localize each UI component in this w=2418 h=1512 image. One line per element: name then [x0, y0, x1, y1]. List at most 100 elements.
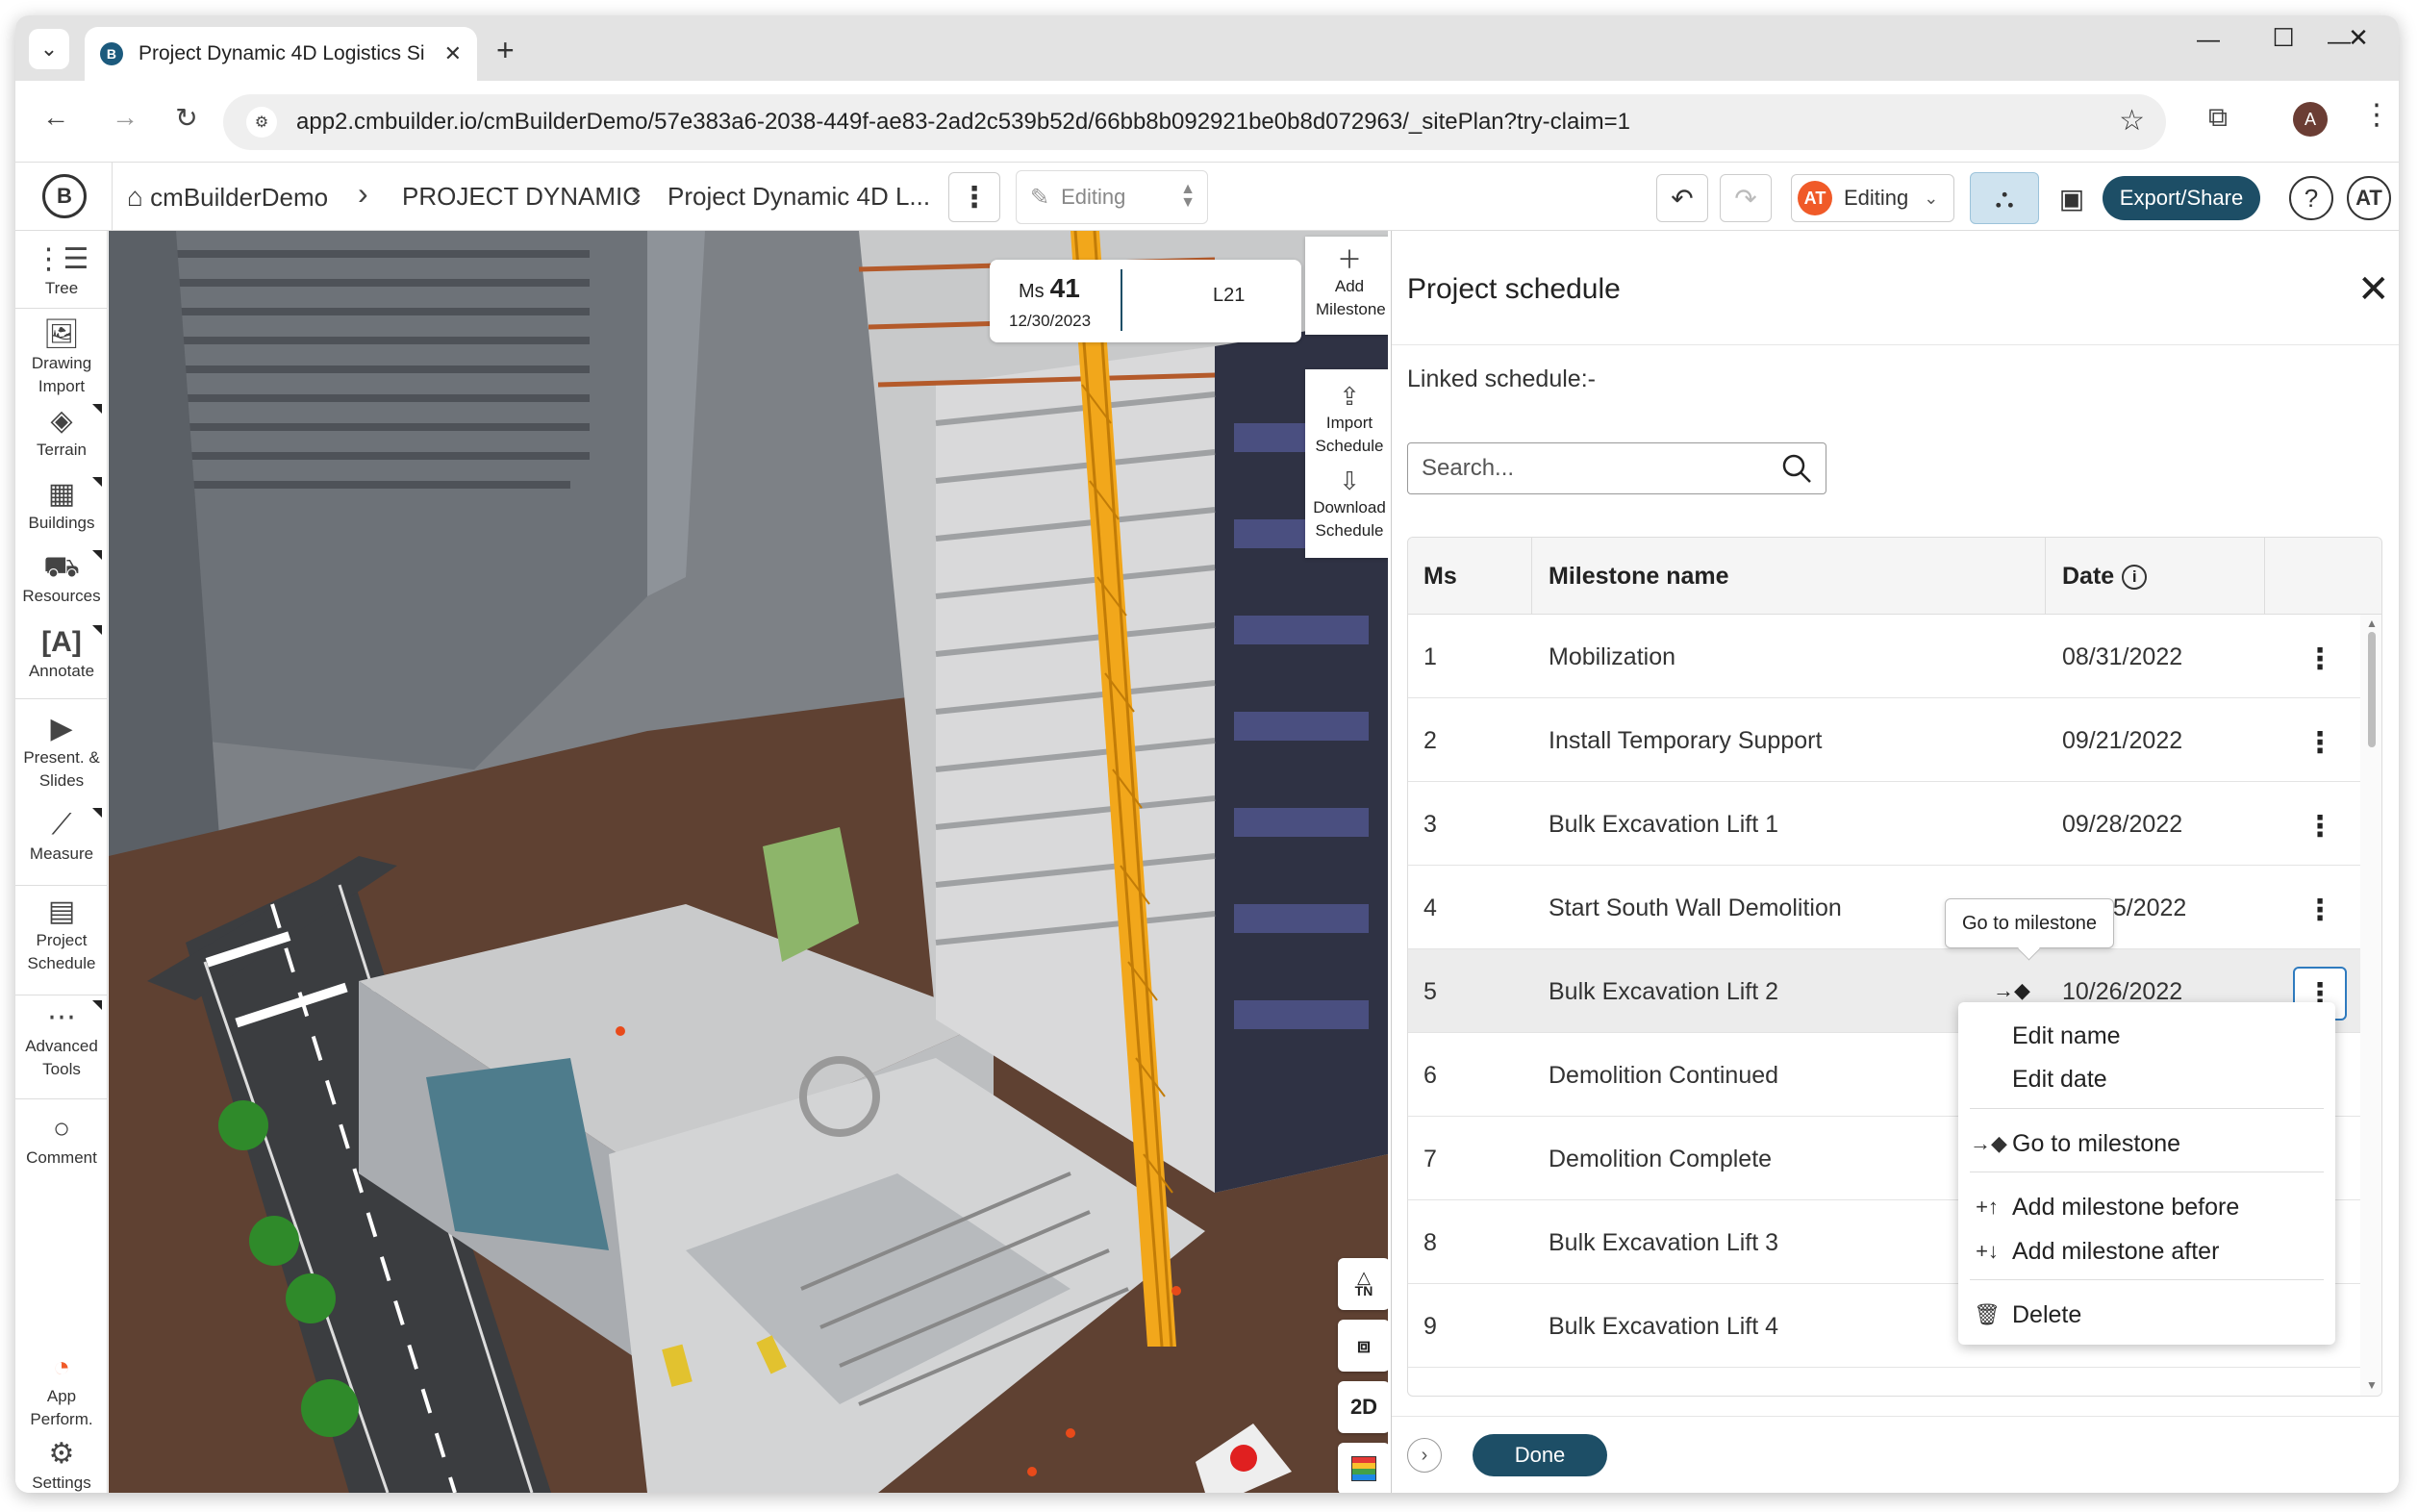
mode-select[interactable]: ✎ Editing ▲ ▼ [1016, 170, 1208, 224]
sidebar-item-tree[interactable]: ⋮☰ Tree [15, 242, 108, 300]
site-view-button[interactable]: ⛬ [1970, 172, 2039, 224]
breadcrumb-site-plan[interactable]: Project Dynamic 4D L... [667, 182, 930, 212]
schedule-actions: ⇪ Import Schedule ⇩ Download Schedule [1305, 369, 1388, 558]
true-north-button[interactable]: △ TN [1338, 1258, 1388, 1310]
menu-item-add-before[interactable]: +↑ Add milestone before [1958, 1187, 2335, 1227]
row-menu-button[interactable]: ⋮ [2293, 632, 2347, 686]
add-milestone-label: Add Milestone [1316, 277, 1386, 318]
menu-item-edit-date[interactable]: Edit date [1958, 1059, 2335, 1099]
presentation-view-button[interactable]: ▣ [2037, 172, 2106, 224]
app-logo[interactable]: B [42, 174, 87, 218]
sidebar-item-advanced-tools[interactable]: ⋯ Advanced Tools [15, 1000, 108, 1081]
table-row[interactable]: 2 Install Temporary Support 09/21/2022 ⋮ [1408, 698, 2360, 782]
editing-status-dropdown[interactable]: AT Editing ⌄ [1791, 174, 1954, 222]
table-scrollbar[interactable]: ▲ ▼ [2360, 615, 2381, 1396]
address-bar[interactable]: ⚙ app2.cmbuilder.io/cmBuilderDemo/57e383… [223, 94, 2166, 150]
sidebar-item-resources[interactable]: ⛟ Resources [15, 550, 108, 608]
go-to-milestone-icon: →◆ [1970, 1131, 2007, 1155]
sidebar-item-drawing-import[interactable]: 🖼 Drawing Import [15, 317, 108, 398]
undo-button[interactable]: ↶ [1656, 174, 1708, 222]
go-to-milestone-tooltip: Go to milestone [1945, 898, 2114, 948]
table-row[interactable]: 3 Bulk Excavation Lift 1 09/28/2022 ⋮ [1408, 782, 2360, 866]
go-to-milestone-icon[interactable]: →◆ [1993, 978, 2030, 1003]
expand-panel-button[interactable]: › [1407, 1438, 1442, 1473]
row-date: 09/21/2022 [2062, 727, 2183, 754]
row-ms: 9 [1423, 1313, 1437, 1340]
bookmark-star-icon[interactable]: ☆ [2119, 104, 2145, 138]
tab-search-button[interactable]: ⌄ [29, 29, 69, 69]
sidebar-item-slides[interactable]: ▶ Present. & Slides [15, 712, 108, 793]
search-input[interactable] [1422, 455, 1768, 482]
browser-menu-icon[interactable]: ⋮ [2362, 98, 2391, 132]
close-icon[interactable]: ✕ [2357, 267, 2390, 312]
export-share-button[interactable]: Export/Share [2103, 176, 2260, 220]
breadcrumb-home[interactable]: ⌂ cmBuilderDemo [127, 182, 328, 213]
add-milestone-button[interactable]: ＋ Add Milestone [1305, 237, 1388, 335]
sidebar-item-annotate[interactable]: [A] Annotate [15, 625, 108, 683]
import-schedule-button[interactable]: ⇪ Import Schedule [1305, 381, 1388, 458]
user-avatar-button[interactable]: AT [2347, 176, 2391, 220]
row-ms: 1 [1423, 643, 1437, 670]
sidebar-item-settings[interactable]: ⚙ Settings [15, 1437, 108, 1493]
site-scene [109, 231, 1388, 1493]
sidebar-item-terrain[interactable]: ◈ Terrain [15, 404, 108, 462]
row-name: Install Temporary Support [1549, 727, 1823, 754]
row-menu-button[interactable]: ⋮ [2293, 799, 2347, 853]
redo-button[interactable]: ↷ [1720, 174, 1772, 222]
new-tab-icon[interactable]: + [496, 33, 515, 68]
sidebar-item-comment[interactable]: ○ Comment [15, 1112, 108, 1170]
scroll-down-icon[interactable]: ▼ [2366, 1378, 2378, 1392]
slides-icon: ▶ [50, 713, 73, 744]
site-info-icon[interactable]: ⚙ [246, 107, 277, 138]
reload-icon[interactable]: ↻ [167, 102, 206, 134]
window-minimize-icon[interactable]: — [2189, 27, 2228, 54]
search-field[interactable] [1407, 442, 1826, 494]
browser-tab[interactable]: B Project Dynamic 4D Logistics Si ✕ [85, 27, 477, 81]
layers-view-button[interactable]: ⧈ [1338, 1320, 1388, 1372]
forward-arrow-icon[interactable]: → [106, 102, 144, 133]
sidebar-item-measure[interactable]: ⟋ Measure [15, 808, 108, 866]
column-date[interactable]: Date i [2062, 563, 2148, 591]
scroll-up-icon[interactable]: ▲ [2366, 617, 2378, 630]
window-close-icon[interactable]: ✕ [2339, 23, 2378, 53]
row-menu-button[interactable]: ⋮ [2293, 716, 2347, 769]
scroll-thumb[interactable] [2368, 632, 2376, 747]
info-icon[interactable]: i [2122, 565, 2148, 591]
profile-avatar[interactable]: A [2293, 102, 2328, 137]
menu-item-edit-name[interactable]: Edit name [1958, 1016, 2335, 1056]
column-milestone-name[interactable]: Milestone name [1549, 563, 1729, 591]
help-button[interactable]: ? [2289, 176, 2333, 220]
view-2d-button[interactable]: 2D [1338, 1381, 1388, 1433]
sidebar-item-buildings[interactable]: ▦ Buildings [15, 477, 108, 535]
sidebar-item-project-schedule[interactable]: ▤ Project Schedule [15, 895, 108, 975]
current-milestone-card[interactable]: Ms 41 12/30/2023 L21 [990, 260, 1301, 342]
menu-item-add-after[interactable]: +↓ Add milestone after [1958, 1231, 2335, 1272]
submenu-indicator [92, 477, 102, 487]
extensions-icon[interactable]: ⧉ [2208, 102, 2228, 134]
search-icon[interactable] [1781, 453, 1812, 484]
menu-item-go-to-milestone[interactable]: →◆ Go to milestone [1958, 1123, 2335, 1164]
row-menu-button[interactable]: ⋮ [2293, 883, 2347, 937]
sidebar-item-app-performance[interactable]: ◔ App Perform. [15, 1350, 108, 1431]
map-style-button[interactable] [1338, 1443, 1388, 1493]
menu-item-delete[interactable]: 🗑 Delete [1958, 1295, 2335, 1335]
download-schedule-button[interactable]: ⇩ Download Schedule [1305, 466, 1388, 542]
done-button[interactable]: Done [1473, 1434, 1607, 1476]
screen: ⌄ B Project Dynamic 4D Logistics Si ✕ + … [0, 0, 2418, 1512]
crane-icon: ⛬ [1995, 182, 2014, 213]
site-plan-menu-button[interactable]: ⋮ [948, 172, 1000, 222]
window-maximize-icon[interactable]: ☐ [2264, 23, 2303, 53]
back-arrow-icon[interactable]: ← [37, 102, 75, 133]
row-name: Bulk Excavation Lift 3 [1549, 1229, 1779, 1256]
table-row[interactable]: 4 Start South Wall Demolition /05/2022 ⋮ [1408, 866, 2360, 949]
row-ms: 6 [1423, 1062, 1437, 1089]
row-date: 08/31/2022 [2062, 643, 2183, 670]
row-name: Bulk Excavation Lift 4 [1549, 1313, 1779, 1340]
divider [15, 698, 108, 699]
breadcrumb-project[interactable]: PROJECT DYNAMIC [402, 182, 641, 212]
tool-sidebar: ⋮☰ Tree 🖼 Drawing Import ◈ Terrain ▦ Buildin… [15, 231, 108, 1493]
column-ms[interactable]: Ms [1423, 563, 1457, 591]
close-tab-icon[interactable]: ✕ [444, 41, 462, 66]
table-row[interactable]: 1 Mobilization 08/31/2022 ⋮ [1408, 615, 2360, 698]
3d-viewport[interactable]: Ms 41 12/30/2023 L21 ＋ Add Milestone ⇪ Im… [109, 231, 1388, 1493]
